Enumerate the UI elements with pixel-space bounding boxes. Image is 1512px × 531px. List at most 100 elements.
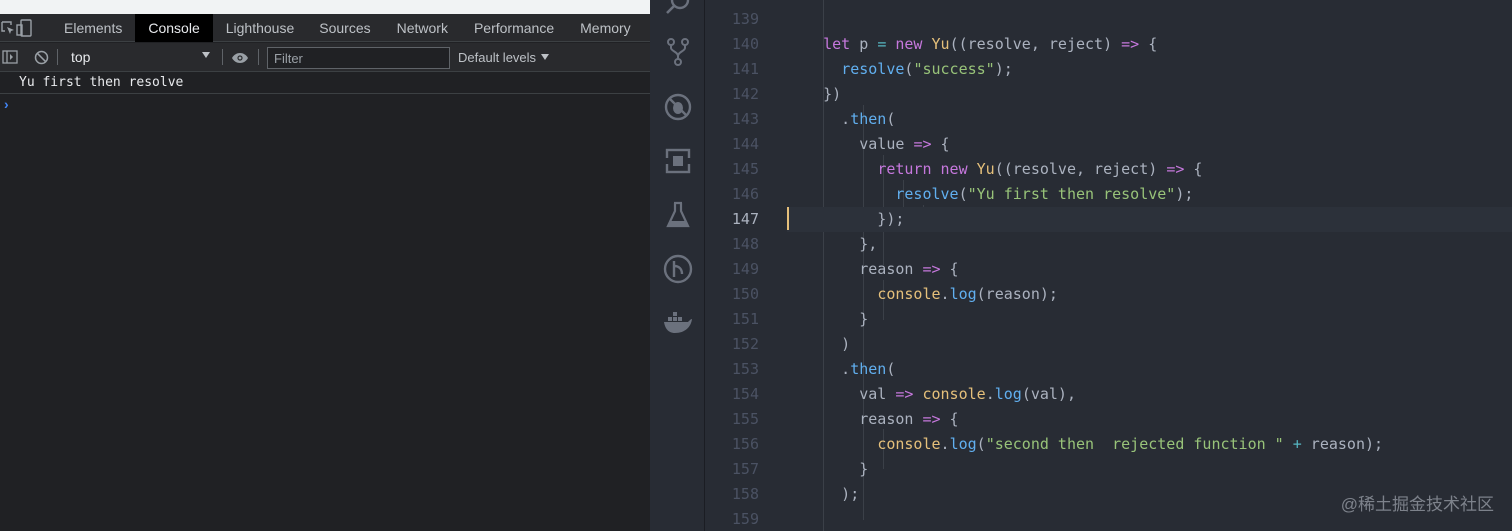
live-expression-eye-icon[interactable] xyxy=(231,51,249,69)
code-token: . xyxy=(787,360,851,378)
toolbar-divider xyxy=(258,49,259,65)
code-token: reason xyxy=(787,260,923,278)
search-icon[interactable] xyxy=(663,0,693,18)
code-token: => xyxy=(1166,160,1185,178)
sidebar-toggle-icon[interactable] xyxy=(2,49,18,70)
code-token: "success" xyxy=(913,60,995,78)
line-number: 139 xyxy=(731,10,759,28)
filter-input[interactable] xyxy=(267,47,450,69)
code-token: resolve xyxy=(895,185,959,203)
code-token: . xyxy=(985,385,995,403)
devtools-panel: Elements Console Lighthouse Sources Network P… xyxy=(0,0,650,531)
code-token: => xyxy=(913,135,932,153)
code-token: => xyxy=(922,410,941,428)
code-token: ) xyxy=(787,335,851,353)
line-number: 143 xyxy=(731,110,759,128)
tab-lighthouse[interactable]: Lighthouse xyxy=(213,14,308,42)
code-line: reason => { xyxy=(787,407,1512,432)
inspect-element-icon[interactable] xyxy=(0,14,16,42)
window-top-strip xyxy=(0,0,650,14)
devtools-tabs: Elements Console Lighthouse Sources Network P… xyxy=(46,13,650,42)
tab-elements[interactable]: Elements xyxy=(46,14,135,42)
code-editor: 139 140 141 142 143 144 145 146 147 148 149 150 151 1… xyxy=(650,0,1512,531)
docker-icon[interactable] xyxy=(663,308,693,338)
line-number: 153 xyxy=(731,360,759,378)
line-number: 145 xyxy=(731,160,759,178)
code-token: console xyxy=(877,285,941,303)
console-message: Yu first then resolve xyxy=(0,72,650,94)
tab-network[interactable]: Network xyxy=(384,14,461,42)
code-token: => xyxy=(1121,35,1140,53)
code-token: { xyxy=(1139,35,1158,53)
code-token: reason); xyxy=(1301,435,1384,453)
code-token: ( xyxy=(886,360,896,378)
line-number: 142 xyxy=(731,85,759,103)
console-prompt[interactable]: › xyxy=(0,94,650,114)
line-number: 141 xyxy=(731,60,759,78)
code-token: Yu xyxy=(976,160,995,178)
tab-console[interactable]: Console xyxy=(135,13,213,42)
code-token: "second then rejected function " xyxy=(985,435,1284,453)
line-number: 148 xyxy=(731,235,759,253)
code-line: return new Yu((resolve, reject) => { xyxy=(787,157,1512,182)
code-area[interactable]: let p = new Yu((resolve, reject) => { re… xyxy=(787,0,1512,531)
line-number: 156 xyxy=(731,435,759,453)
code-line: .then( xyxy=(787,107,1512,132)
code-token: then xyxy=(850,110,887,128)
code-token: { xyxy=(940,410,959,428)
code-token: => xyxy=(922,260,941,278)
log-levels-dropdown[interactable]: Default levels xyxy=(458,43,550,71)
line-number: 158 xyxy=(731,485,759,503)
tab-memory[interactable]: Memory xyxy=(567,14,644,42)
gitlens-icon[interactable] xyxy=(663,254,693,284)
line-number-gutter: 139 140 141 142 143 144 145 146 147 148 149 150 151 1… xyxy=(705,0,833,531)
code-token: reason xyxy=(787,410,923,428)
context-selector[interactable]: top xyxy=(64,43,218,71)
line-number: 140 xyxy=(731,35,759,53)
code-token: . xyxy=(787,110,851,128)
code-token: ); xyxy=(994,60,1013,78)
tab-performance[interactable]: Performance xyxy=(461,14,567,42)
code-token: + xyxy=(1292,435,1302,453)
line-number: 147 xyxy=(731,210,759,228)
code-token: log xyxy=(994,385,1022,403)
log-levels-label: Default levels xyxy=(458,49,537,65)
code-token: log xyxy=(949,435,977,453)
extensions-icon[interactable] xyxy=(663,146,693,176)
code-line: .then( xyxy=(787,357,1512,382)
device-toolbar-icon[interactable] xyxy=(16,14,32,42)
debug-icon[interactable] xyxy=(663,92,693,122)
text-cursor xyxy=(787,207,789,230)
code-token: value xyxy=(787,135,914,153)
code-line: }) xyxy=(787,82,1512,107)
code-token: log xyxy=(949,285,977,303)
clear-console-icon[interactable] xyxy=(34,50,49,70)
code-line: reason => { xyxy=(787,257,1512,282)
console-message-text: Yu first then resolve xyxy=(19,75,184,90)
code-line: resolve("Yu first then resolve"); xyxy=(787,182,1512,207)
code-token: ((resolve, reject) xyxy=(949,35,1122,53)
code-line: console.log(reason); xyxy=(787,282,1512,307)
line-number: 159 xyxy=(731,510,759,528)
activity-bar xyxy=(650,0,705,531)
code-token: (val), xyxy=(1021,385,1076,403)
code-token: { xyxy=(931,135,950,153)
console-output: Yu first then resolve › xyxy=(0,72,650,531)
source-control-icon[interactable] xyxy=(663,37,693,67)
toolbar-divider xyxy=(57,49,58,65)
code-line: resolve("success"); xyxy=(787,57,1512,82)
code-line: }); xyxy=(787,207,1512,232)
tab-sources[interactable]: Sources xyxy=(307,14,383,42)
flask-icon[interactable] xyxy=(663,200,693,230)
code-token: new xyxy=(940,160,968,178)
code-line: } xyxy=(787,307,1512,332)
code-token: } xyxy=(787,460,869,478)
code-token: ( xyxy=(958,185,968,203)
code-token: "Yu first then resolve" xyxy=(967,185,1176,203)
